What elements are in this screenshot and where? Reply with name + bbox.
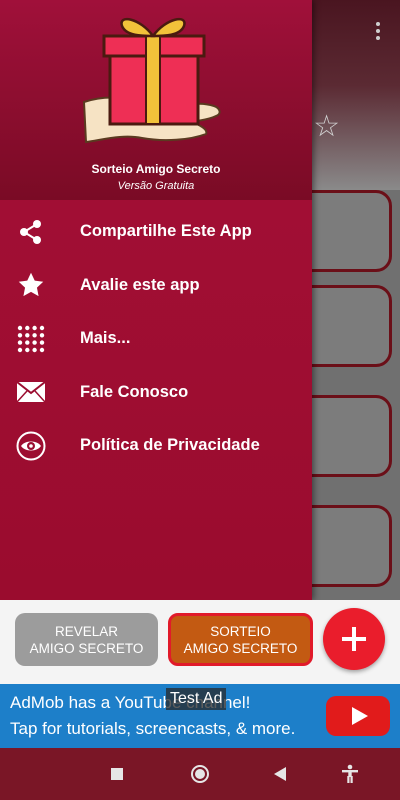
mail-icon — [16, 377, 46, 407]
menu-item-contact[interactable]: Fale Conosco — [0, 366, 312, 420]
youtube-icon — [326, 696, 390, 736]
circle-icon — [191, 765, 209, 783]
draw-secret-friend-button[interactable]: SORTEIO AMIGO SECRETO — [168, 613, 313, 666]
background-star-icon: ☆ — [313, 109, 340, 144]
app-name: Sorteio Amigo Secreto — [91, 162, 221, 176]
reveal-button-label: REVELAR AMIGO SECRETO — [29, 623, 144, 656]
menu-item-rate[interactable]: Avalie este app — [0, 259, 312, 313]
ad-text-line2: Tap for tutorials, screencasts, & more. — [10, 719, 296, 738]
triangle-back-icon — [274, 767, 286, 781]
menu-item-label: Compartilhe Este App — [80, 222, 252, 241]
menu-item-label: Mais... — [80, 329, 131, 348]
gift-hand-logo-icon — [82, 17, 221, 144]
menu-item-label: Política de Privacidade — [80, 436, 260, 455]
drawer-menu: Compartilhe Este App Avalie este app Mai… — [0, 205, 312, 473]
menu-item-label: Avalie este app — [80, 275, 200, 294]
action-bar: REVELAR AMIGO SECRETO SORTEIO AMIGO SECR… — [0, 600, 400, 684]
accessibility-icon — [342, 764, 358, 783]
app-version: Versão Gratuita — [117, 180, 195, 192]
grid-icon — [16, 324, 46, 354]
drawer-header: Sorteio Amigo Secreto Versão Gratuita — [0, 0, 312, 200]
menu-item-more[interactable]: Mais... — [0, 312, 312, 366]
reveal-secret-friend-button[interactable]: REVELAR AMIGO SECRETO — [15, 613, 158, 666]
eye-icon — [16, 431, 46, 461]
square-icon — [111, 768, 123, 780]
star-icon — [16, 270, 46, 300]
recents-button[interactable] — [105, 762, 129, 786]
plus-icon — [342, 627, 366, 651]
navigation-drawer: Sorteio Amigo Secreto Versão Gratuita Co… — [0, 0, 312, 600]
test-ad-label: Test Ad — [166, 688, 227, 710]
menu-item-share[interactable]: Compartilhe Este App — [0, 205, 312, 259]
add-button[interactable] — [323, 608, 385, 670]
system-navigation-bar — [0, 748, 400, 800]
draw-button-label: SORTEIO AMIGO SECRETO — [183, 623, 298, 656]
overflow-menu-icon[interactable] — [376, 22, 382, 43]
accessibility-button[interactable] — [338, 762, 362, 786]
home-button[interactable] — [188, 762, 212, 786]
menu-item-label: Fale Conosco — [80, 382, 189, 401]
share-icon — [16, 217, 46, 247]
menu-item-privacy[interactable]: Política de Privacidade — [0, 419, 312, 473]
back-button[interactable] — [268, 762, 292, 786]
